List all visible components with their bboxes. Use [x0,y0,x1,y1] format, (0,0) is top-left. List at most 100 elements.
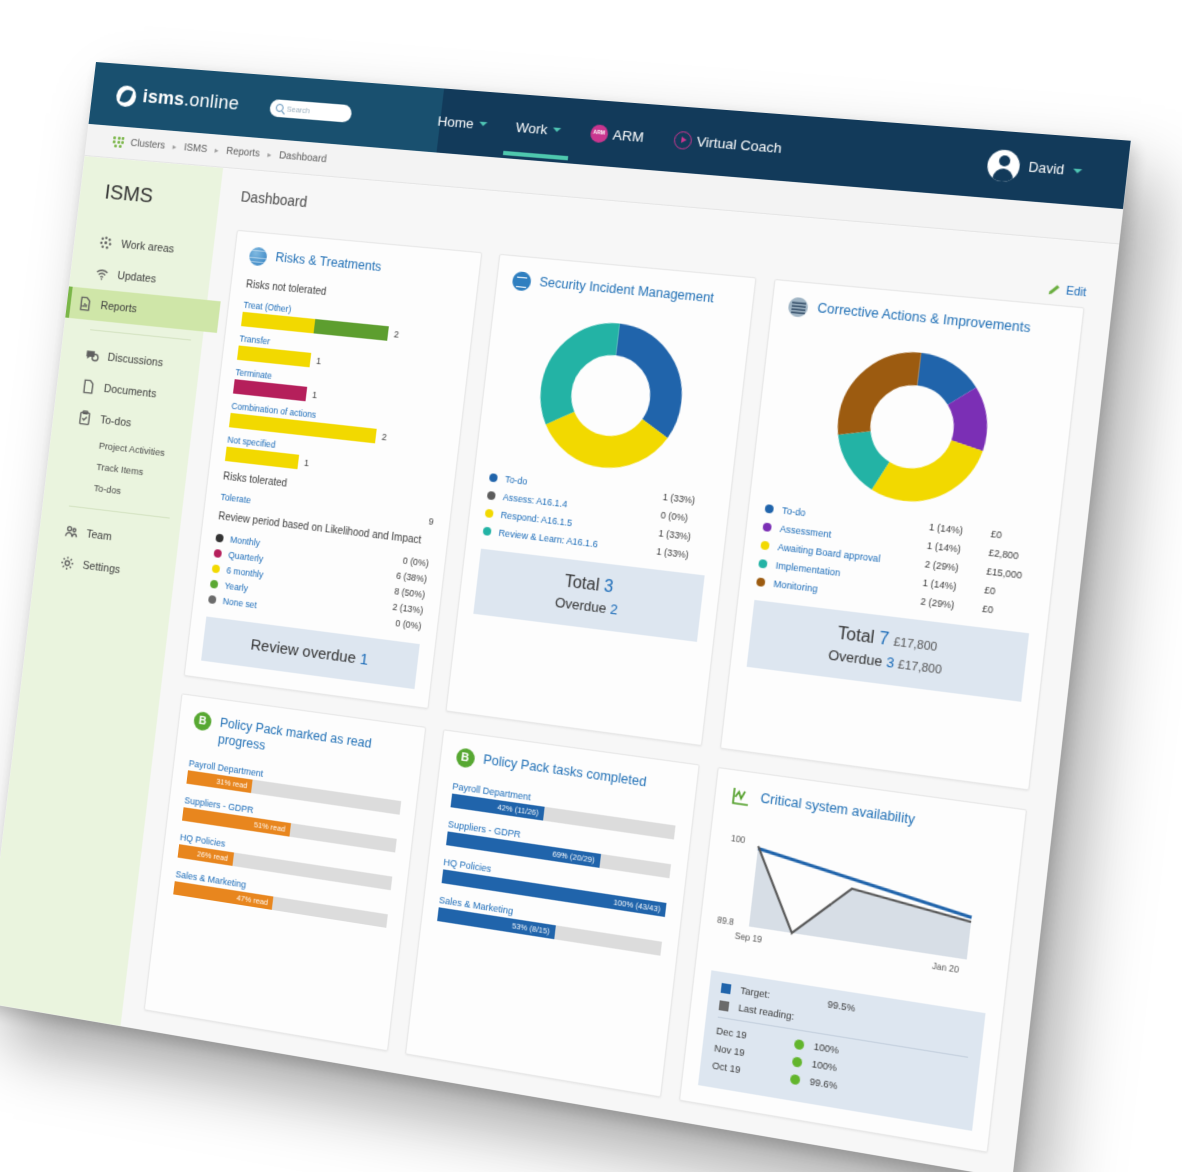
reading-line [749,846,976,959]
legend-amount: £0 [984,584,1034,601]
legend-color-dot [213,549,222,558]
legend-color-dot [765,504,775,514]
incident-icon [511,271,531,292]
legend-label: Yearly [224,580,279,597]
reading-value: 100% [813,1041,839,1056]
nav-item-home[interactable]: Home [432,92,492,153]
legend-color-dot [488,473,497,482]
card-policy-pack-read-progress: B Policy Pack marked as read progress Pa… [144,693,426,1051]
x-axis-end-label: Jan 20 [932,961,960,975]
card-corrective-actions: Corrective Actions & Improvements To-do1 [720,279,1085,791]
total-label: Total [837,625,876,648]
clusters-grid-icon [112,136,124,148]
legend-color-dot [484,509,493,518]
card-policy-pack-tasks-completed: B Policy Pack tasks completed Payroll De… [404,729,699,1097]
reading-value: 100% [811,1058,837,1073]
status-dot [792,1056,803,1067]
search-placeholder: Search [286,104,310,115]
legend-amount: £15,000 [986,566,1036,583]
browser-window: isms.online Search Home Work ARM ARM Vir… [0,62,1131,1172]
bar-value: 2 [393,329,399,340]
breadcrumb-item-clusters[interactable]: Clusters [130,138,166,152]
breadcrumb-separator: ▸ [172,142,177,151]
nav-item-arm[interactable]: ARM ARM [585,102,650,167]
legend-count: 2 (29%) [920,596,974,613]
sidebar-divider [90,329,191,340]
y-axis-min-label: 89.8 [717,915,735,927]
line-chart-svg [715,829,1002,979]
card-title: Corrective Actions & Improvements [816,299,1031,337]
sidebar-label: To-dos [99,414,131,430]
reading-month: Oct 19 [712,1060,782,1082]
sidebar-label: Reports [100,299,138,315]
nav-item-virtual-coach[interactable]: Virtual Coach [668,109,787,179]
tolerate-value: 9 [428,516,434,527]
discussions-icon [84,347,100,364]
target-value: 99.5% [827,999,856,1014]
legend-color-dot [215,534,224,543]
legend-value: 0 (0%) [395,618,422,632]
legend-color-dot [760,541,770,551]
bar-value: 2 [381,432,387,443]
chevron-down-icon [478,122,487,127]
brand-logo[interactable]: isms.online [115,84,240,116]
search-input[interactable]: Search [269,98,353,122]
legend-value: 0 (0%) [660,510,712,526]
card-critical-system-availability: Critical system availability 100 89.8 Se… [679,767,1027,1153]
edit-label: Edit [1065,284,1087,299]
card-title: Critical system availability [759,789,915,829]
corrective-donut-chart [767,331,1061,523]
user-name: David [1028,160,1065,178]
nav-item-work[interactable]: Work [511,98,567,159]
card-title: Policy Pack tasks completed [482,751,647,791]
legend-count: 1 (14%) [929,521,983,538]
corrective-legend: To-do1 (14%)£0 Assessment1 (14%)£2,800 A… [756,503,1041,620]
card-title: Policy Pack marked as read progress [217,714,408,774]
legend-count: 1 (14%) [926,540,980,557]
risks-bar-chart: Treat (Other) 2 Transfer 1 Terminate 1 [225,300,458,486]
area-fill [749,846,976,959]
legend-count: 1 (14%) [922,577,976,594]
arm-badge-icon: ARM [589,124,609,143]
policy-tasks-bars: Payroll Department 42% (11/26) Suppliers… [437,781,677,956]
search-icon [275,103,284,112]
x-axis-start-label: Sep 19 [734,931,762,945]
availability-line-chart: 100 89.8 Sep 19 Jan 20 [714,820,1003,987]
review-overdue-box: Review overdue 1 [201,616,419,689]
breadcrumb-item-dashboard[interactable]: Dashboard [278,150,327,165]
total-amount: £17,800 [893,636,938,655]
legend-label: Quarterly [228,550,283,567]
breadcrumb-item-reports[interactable]: Reports [226,146,261,160]
legend-color-dot [486,491,495,500]
sidebar-label: Documents [103,382,157,400]
team-icon [63,523,79,540]
target-color-swatch [721,982,732,993]
breadcrumb-separator: ▸ [214,146,219,155]
bar-value: 1 [316,356,322,367]
incidents-legend: To-do1 (33%) Assess: A16.1.40 (0%) Respo… [482,472,714,563]
overdue-label: Overdue [827,646,883,669]
legend-value: 8 (50%) [394,586,426,600]
y-axis-max-label: 100 [730,834,745,846]
updates-wifi-icon [94,266,110,282]
avatar [986,148,1022,182]
status-dot [794,1038,805,1049]
target-line [754,848,976,917]
todos-clipboard-icon [77,410,93,427]
legend-label: Monthly [230,534,285,551]
user-menu[interactable]: David [986,148,1084,187]
total-label: Total [563,573,600,595]
settings-gear-icon [59,555,75,572]
review-overdue-label: Review overdue [250,636,357,667]
corrective-icon [787,297,808,318]
breadcrumb-item-isms[interactable]: ISMS [183,142,208,155]
page-body: ISMS Work areas Updates Reports [0,156,1119,1172]
tolerate-label: Tolerate [220,492,251,506]
reports-document-icon [77,296,93,312]
sidebar-label: Team [86,528,113,543]
sidebar-label: Settings [82,559,121,576]
legend-value: 2 (13%) [392,602,424,616]
legend-color-dot [756,577,766,587]
legend-color-dot [208,595,217,604]
total-value: 7 [878,630,890,650]
